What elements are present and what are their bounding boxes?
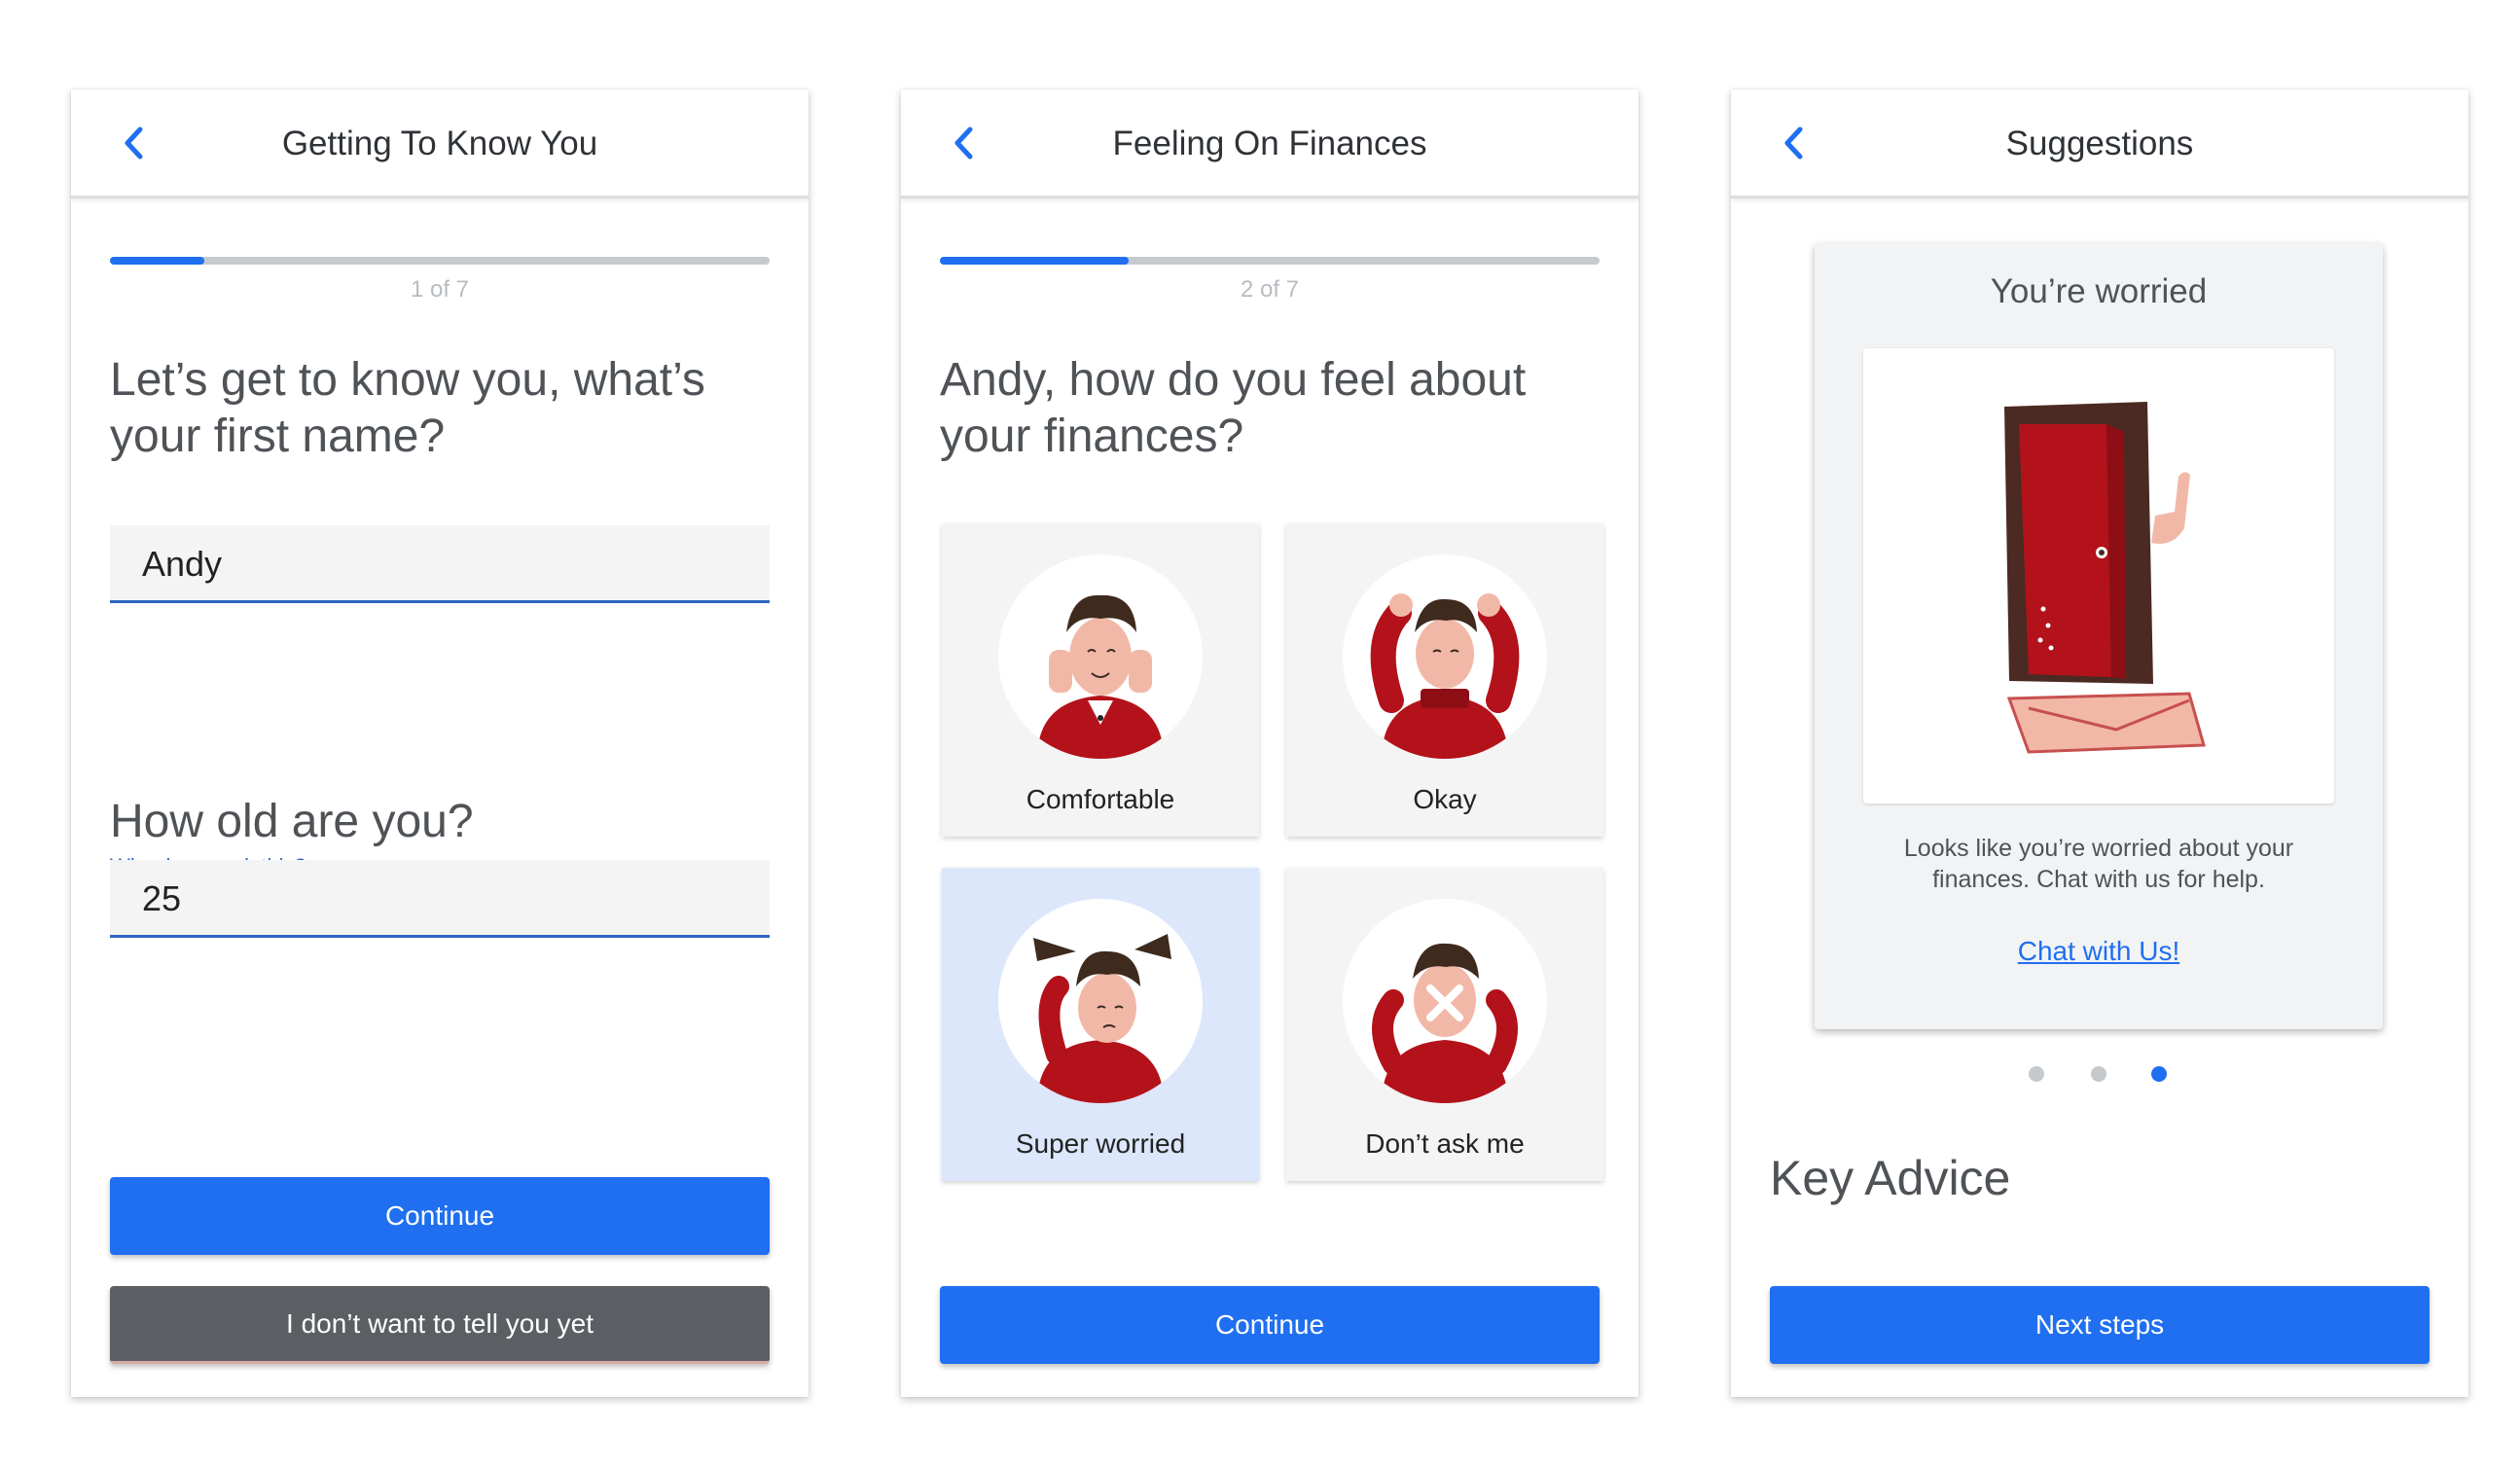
continue-button[interactable]: Continue — [110, 1177, 770, 1255]
carousel-dot[interactable] — [2029, 1066, 2044, 1082]
progress-label: 1 of 7 — [410, 276, 470, 303]
name-question: Let’s get to know you, what’s your first… — [110, 354, 705, 462]
next-steps-button[interactable]: Next steps — [1770, 1286, 2430, 1364]
okay-person-icon — [1343, 555, 1547, 759]
option-dont-ask-me[interactable]: Don’t ask me — [1286, 868, 1603, 1181]
option-label: Okay — [1413, 784, 1477, 814]
card-illustration — [1863, 348, 2334, 804]
first-name-field[interactable]: Andy — [110, 525, 770, 603]
comfortable-person-icon — [998, 555, 1203, 759]
app-header: Suggestions — [1731, 89, 2468, 198]
carousel-dot-active[interactable] — [2151, 1066, 2167, 1082]
age-field[interactable]: 25 — [110, 860, 770, 938]
option-okay[interactable]: Okay — [1286, 523, 1603, 837]
option-label: Super worried — [1015, 1128, 1186, 1159]
progress-label: 2 of 7 — [1240, 276, 1300, 303]
screen-suggestions: Suggestions You’re worried Looks like yo… — [1731, 89, 2468, 1397]
age-question: How old are you? — [110, 796, 474, 847]
progress-bar-fill — [110, 257, 204, 265]
progress-bar — [940, 257, 1600, 265]
page-title: Getting To Know You — [281, 125, 598, 162]
suggestion-card: You’re worried Looks like you’re worried… — [1815, 243, 2383, 1029]
option-super-worried[interactable]: Super worried — [942, 868, 1259, 1181]
door-peek-icon — [2004, 402, 2206, 754]
app-header: Feeling On Finances — [901, 89, 1638, 198]
carousel-dot[interactable] — [2091, 1066, 2106, 1082]
card-title: You’re worried — [1990, 272, 2208, 310]
continue-button[interactable]: Continue — [940, 1286, 1600, 1364]
dont-ask-me-person-icon — [1343, 899, 1547, 1103]
screen-feeling-on-finances: Feeling On Finances 2 of 7 Andy, how do … — [901, 89, 1638, 1397]
page-title: Suggestions — [2005, 125, 2194, 162]
chat-link[interactable]: Chat with Us! — [1815, 936, 2383, 967]
feelings-question: Andy, how do you feel about your finance… — [940, 354, 1527, 462]
decline-button[interactable]: I don’t want to tell you yet — [110, 1286, 770, 1364]
option-comfortable[interactable]: Comfortable — [942, 523, 1259, 837]
carousel-dots — [1731, 1066, 2468, 1086]
page-title: Feeling On Finances — [1112, 125, 1427, 162]
card-body-text: Looks like you’re worried about your fin… — [1903, 835, 2294, 893]
screen-getting-to-know-you: Getting To Know You 1 of 7 Let’s get to … — [71, 89, 809, 1397]
progress-bar — [110, 257, 770, 265]
progress-bar-fill — [940, 257, 1129, 265]
option-label: Comfortable — [1026, 784, 1175, 814]
key-advice-heading: Key Advice — [1770, 1151, 2011, 1205]
app-header: Getting To Know You — [71, 89, 809, 198]
option-label: Don’t ask me — [1365, 1128, 1525, 1159]
super-worried-person-icon — [998, 899, 1203, 1103]
